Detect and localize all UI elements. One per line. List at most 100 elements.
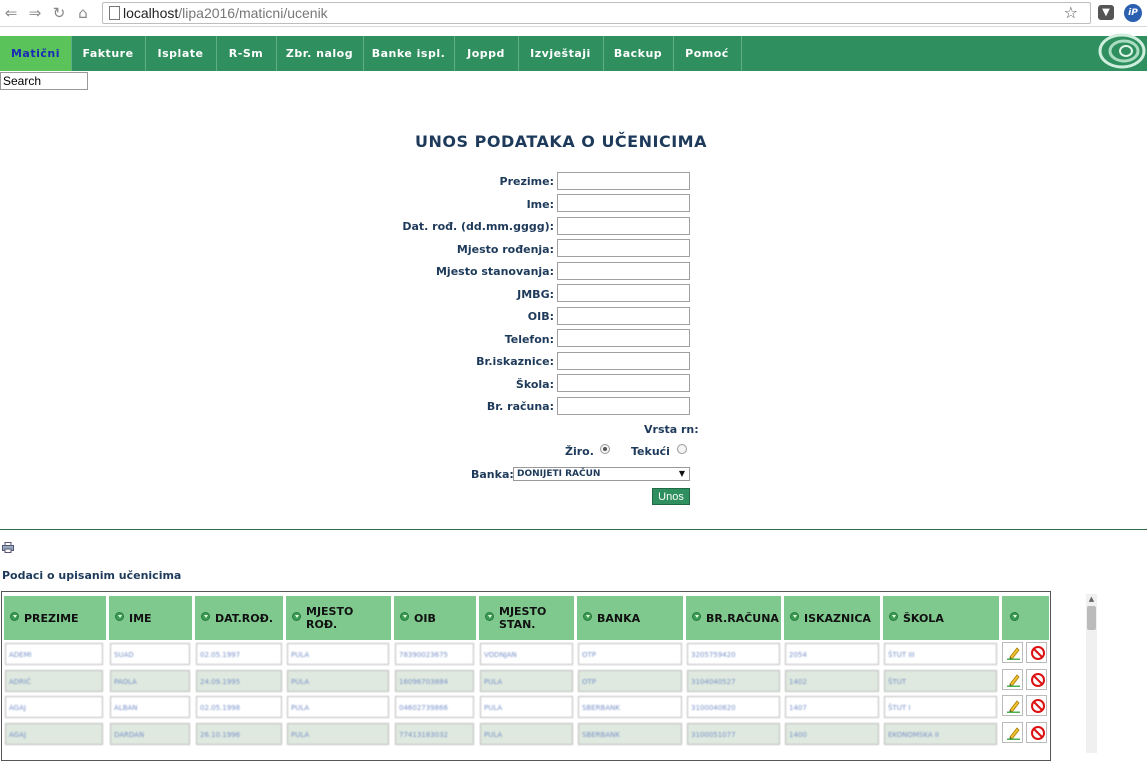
url-path: /lipa2016/maticni/ucenik (178, 5, 328, 21)
delete-button[interactable] (1026, 722, 1047, 743)
delete-button[interactable] (1026, 642, 1047, 663)
col-header-prezime[interactable]: PREZIME (4, 596, 106, 640)
table-cell: ŠTUT I (884, 696, 997, 718)
jmbg-input[interactable] (557, 284, 690, 302)
table-cell: ALBAN (110, 696, 190, 718)
forward-icon[interactable]: ⇒ (26, 4, 44, 22)
table-cell: OTP (578, 670, 682, 692)
edit-pencil-icon (1007, 700, 1020, 713)
scrollbar-thumb[interactable] (1087, 606, 1096, 630)
table-cell: 3205759420 (687, 643, 780, 665)
oib-input[interactable] (557, 307, 690, 325)
menu-joppd[interactable]: Joppd (454, 36, 519, 71)
banka-select[interactable]: DONIJETI RAČUN ▼ (513, 467, 690, 481)
col-header-oib[interactable]: OIB (394, 596, 476, 640)
col-header-skola[interactable]: ŠKOLA (883, 596, 999, 640)
mjesto-stanovanja-input[interactable] (557, 262, 690, 280)
home-icon[interactable]: ⌂ (74, 4, 92, 22)
table-cell: PULA (480, 670, 573, 692)
url-host: localhost (123, 5, 179, 21)
label-telefon: Telefon: (504, 333, 554, 346)
table-cell: ADRIĆ (5, 670, 103, 692)
main-menu: Matični Fakture Isplate R-Sm Zbr. nalog … (0, 36, 1147, 71)
br-iskaznice-input[interactable] (557, 352, 690, 370)
edit-button[interactable] (1002, 722, 1023, 743)
tekuci-radio[interactable] (677, 444, 687, 454)
table-cell: PAOLA (110, 670, 190, 692)
menu-banke-ispl[interactable]: Banke ispl. (363, 36, 455, 71)
datum-rodenja-input[interactable] (557, 217, 690, 235)
menu-pomoc[interactable]: Pomoć (673, 36, 742, 71)
table-cell: 3104040527 (687, 670, 780, 692)
prezime-input[interactable] (557, 172, 690, 190)
table-cell: PULA (480, 723, 573, 745)
col-header-banka[interactable]: BANKA (577, 596, 683, 640)
br-racuna-input[interactable] (557, 397, 690, 415)
sort-icon[interactable] (583, 612, 592, 621)
table-cell: 02.05.1998 (196, 696, 282, 718)
search-input[interactable] (0, 72, 88, 90)
table-cell: AGAJ (5, 723, 103, 745)
ziro-radio[interactable] (600, 444, 610, 454)
table-cell: 04602739866 (395, 696, 474, 718)
sort-icon[interactable] (201, 612, 210, 621)
menu-zbr-nalog[interactable]: Zbr. nalog (276, 36, 364, 71)
ime-input[interactable] (557, 194, 690, 212)
label-skola: Škola: (515, 378, 554, 391)
col-header-dat-rod[interactable]: DAT.ROĐ. (195, 596, 283, 640)
delete-button[interactable] (1026, 695, 1047, 716)
label-dat-rod: Dat. rođ. (dd.mm.gggg): (402, 220, 554, 233)
mjesto-rodenja-input[interactable] (557, 239, 690, 257)
col-header-actions[interactable] (1002, 596, 1049, 640)
col-header-mjesto-stan[interactable]: MJESTO STAN. (479, 596, 574, 640)
sort-icon[interactable] (1010, 612, 1019, 621)
banka-selected-value: DONIJETI RAČUN (517, 469, 601, 479)
sort-icon[interactable] (400, 612, 409, 621)
dropdown-arrow-icon: ▼ (678, 469, 685, 478)
reload-icon[interactable]: ↻ (50, 4, 68, 22)
menu-isplate[interactable]: Isplate (145, 36, 217, 71)
bookmark-star-icon[interactable]: ☆ (1064, 3, 1078, 23)
edit-button[interactable] (1002, 695, 1023, 716)
sort-icon[interactable] (485, 612, 494, 621)
menu-fakture[interactable]: Fakture (71, 36, 146, 71)
menu-maticni[interactable]: Matični (0, 36, 72, 71)
delete-button[interactable] (1026, 669, 1047, 690)
menu-r-sm[interactable]: R-Sm (216, 36, 277, 71)
sort-icon[interactable] (115, 612, 124, 621)
table-cell: SUAD (110, 643, 190, 665)
edit-button[interactable] (1002, 669, 1023, 690)
sort-icon[interactable] (692, 612, 701, 621)
col-header-ime[interactable]: IME (109, 596, 192, 640)
label-mjesto-rodenja: Mjesto rođenja: (456, 243, 554, 256)
address-bar[interactable]: localhost/lipa2016/maticni/ucenik ☆ (102, 2, 1091, 24)
vrsta-racuna-label: Vrsta rn: (644, 423, 699, 436)
skola-input[interactable] (557, 374, 690, 392)
col-header-mjesto-rod[interactable]: MJESTO ROĐ. (286, 596, 391, 640)
unos-button[interactable]: Unos (652, 488, 690, 505)
back-icon[interactable]: ⇐ (2, 4, 20, 22)
menu-backup[interactable]: Backup (603, 36, 674, 71)
sort-icon[interactable] (790, 612, 799, 621)
print-icon[interactable] (2, 542, 14, 553)
table-cell: ADEMI (5, 643, 103, 665)
scroll-up-icon[interactable]: ▲ (1086, 594, 1097, 604)
telefon-input[interactable] (557, 329, 690, 347)
col-header-br-racuna[interactable]: BR.RAČUNA (686, 596, 781, 640)
col-header-iskaznica[interactable]: ISKAZNICA (784, 596, 880, 640)
label-br-iskaznice: Br.iskaznice: (476, 355, 554, 368)
pocket-icon[interactable]: ▼ (1098, 5, 1114, 20)
delete-icon (1031, 646, 1045, 660)
table-cell: 3100040820 (687, 696, 780, 718)
menu-izvjestaji[interactable]: Izvještaji (518, 36, 604, 71)
sort-icon[interactable] (292, 612, 301, 621)
table-cell: OTP (578, 643, 682, 665)
sort-icon[interactable] (10, 612, 19, 621)
extension-icon[interactable]: iP (1124, 4, 1142, 22)
table-cell: PULA (287, 696, 389, 718)
table-cell: 24.09.1995 (196, 670, 282, 692)
edit-button[interactable] (1002, 642, 1023, 663)
sort-icon[interactable] (889, 612, 898, 621)
table-cell: 77413183032 (395, 723, 474, 745)
ziro-label: Žiro. (565, 445, 594, 458)
